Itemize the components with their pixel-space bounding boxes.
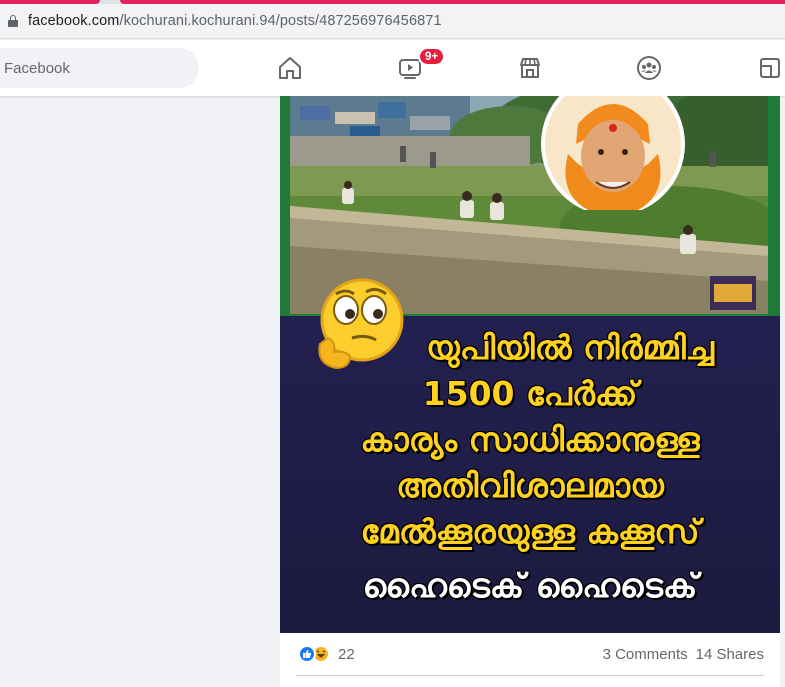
gaming-icon[interactable] [753,52,785,84]
caption-line-6: ഹൈടെക് ഹൈടെക് [362,566,698,605]
marketplace-icon[interactable] [513,52,547,84]
reaction-icons[interactable]: 22 [298,645,355,663]
caption-line-3: കാര്യം സാധിക്കാനുള്ള [360,420,700,459]
url-host: facebook.com [28,13,120,29]
search-input[interactable]: Facebook [0,48,199,88]
caption-line-2: 1500 പേർക്ക് [422,374,638,413]
post-image[interactable]: യുപിയിൽ നിർമ്മിച്ച 1500 പേർക്ക് കാര്യം സ… [280,96,780,633]
lock-icon[interactable] [8,15,18,27]
caption-line-1: യുപിയിൽ നിർമ്മിച്ച [426,328,714,367]
address-bar[interactable]: facebook.com/kochurani.kochurani.94/post… [0,4,785,39]
shares-count-link[interactable]: 14 Shares [696,646,764,663]
search-placeholder: Facebook [4,59,70,77]
caption-line-5: മേൽക്കൂരയുള്ള കക്കൂസ് [360,512,700,551]
reactions-row: 22 3 Comments 14 Shares [280,637,780,671]
like-reaction-icon [298,645,316,663]
home-icon[interactable] [273,52,307,84]
post-card: യുപിയിൽ നിർമ്മിച്ച 1500 പേർക്ക് കാര്യം സ… [280,96,780,687]
caption-line-4: അതിവിശാലമായ [396,466,664,505]
reaction-count[interactable]: 22 [338,646,355,663]
notification-badge: 9+ [418,47,446,66]
url-text[interactable]: facebook.com/kochurani.kochurani.94/post… [28,13,442,29]
avatar-photo [541,96,685,210]
url-path: /kochurani.kochurani.94/posts/4872569764… [119,13,442,29]
image-caption-area: യുപിയിൽ നിർമ്മിച്ച 1500 പേർക്ക് കാര്യം സ… [280,278,780,633]
facebook-header: Facebook 9+ [0,40,785,96]
groups-icon[interactable] [632,52,666,84]
comments-count-link[interactable]: 3 Comments [603,646,688,663]
action-divider [296,675,764,676]
